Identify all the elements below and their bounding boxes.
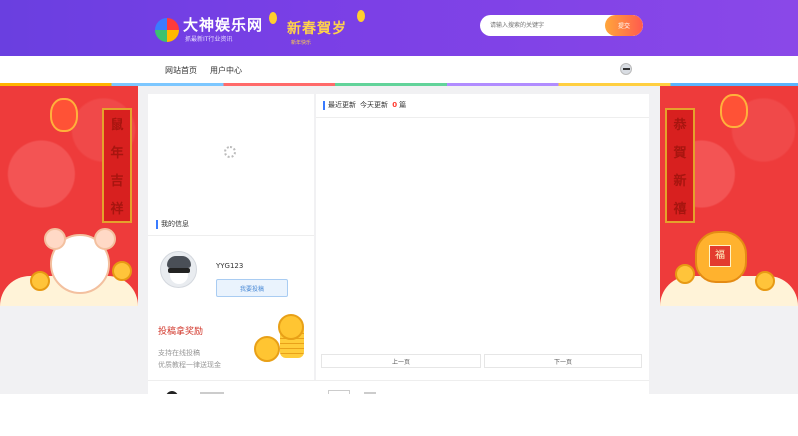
today-label: 今天更新 [360, 101, 388, 109]
user-avatar-icon[interactable] [620, 63, 632, 75]
logo-subtitle: 抓最新IT行业资讯 [185, 36, 233, 43]
avatar-glasses [168, 268, 190, 273]
mouse-mascot-icon [44, 228, 116, 294]
left-festive-decoration: 鼠 年 吉 祥 [0, 86, 138, 306]
recent-updates-header: 最近更新 今天更新 0篇 [316, 94, 649, 118]
reward-title[interactable]: 投稿拿奖励 [158, 324, 203, 337]
lantern-icon [720, 94, 748, 128]
profile-section-title: 我的信息 [156, 220, 189, 229]
banner-subtitle: 新年快乐 [291, 40, 312, 46]
coin-icon [675, 264, 695, 284]
recent-updates-title: 最近更新 今天更新 0篇 [323, 101, 406, 110]
banner-title: 新春賀岁 [287, 21, 347, 37]
next-section-partial [148, 380, 649, 403]
lantern-icon [50, 98, 78, 132]
couplet-char: 新 [673, 174, 687, 189]
loading-spinner-icon [224, 146, 236, 158]
page: 大神娱乐网 抓最新IT行业资讯 新春賀岁 新年快乐 提交 网站首页 用户中心 鼠… [0, 0, 798, 436]
couplet-char: 禧 [673, 202, 687, 217]
lantern-icon [357, 10, 365, 22]
today-count: 0 [392, 101, 398, 109]
mouse-ear [94, 228, 116, 250]
logo-title: 大神娱乐网 [183, 16, 264, 34]
page-bottom [0, 394, 798, 436]
coin-icon [30, 271, 50, 291]
search-input[interactable] [480, 15, 605, 36]
left-couplet: 鼠 年 吉 祥 [102, 108, 132, 223]
nav-item-home[interactable]: 网站首页 [165, 65, 197, 76]
mouse-ear [44, 228, 66, 250]
recent-updates-panel: 最近更新 今天更新 0篇 上一页 下一页 [316, 94, 649, 380]
logo-mark-icon [155, 18, 179, 42]
next-page-button[interactable]: 下一页 [484, 354, 642, 368]
submit-article-button[interactable]: 我要投稿 [216, 279, 288, 297]
lucky-bag-icon: 福 [695, 231, 747, 283]
recent-updates-label: 最近更新 [328, 101, 356, 109]
coin-icon [112, 261, 132, 281]
site-header: 大神娱乐网 抓最新IT行业资讯 新春賀岁 新年快乐 提交 [0, 0, 798, 56]
avatar-hair [167, 256, 191, 268]
coin-icon [755, 271, 775, 291]
reward-description: 支持在线投稿 [158, 349, 200, 357]
couplet-char: 賀 [673, 146, 687, 161]
nav-item-user-center[interactable]: 用户中心 [210, 65, 242, 76]
right-festive-decoration: 恭 賀 新 禧 福 [660, 86, 798, 306]
right-couplet: 恭 賀 新 禧 [665, 108, 695, 223]
lantern-icon [269, 12, 277, 24]
couplet-char: 年 [110, 146, 124, 161]
search-box: 提交 [480, 15, 643, 36]
sidebar-panel: 我的信息 YYG123 我要投稿 投稿拿奖励 支持在线投稿 优质教程一律送现金 [148, 94, 314, 380]
main-nav: 网站首页 用户中心 [0, 56, 798, 83]
coin-icon [278, 314, 304, 340]
search-submit-button[interactable]: 提交 [605, 15, 643, 36]
couplet-char: 祥 [110, 202, 124, 217]
reward-description: 优质教程一律送现金 [158, 361, 221, 369]
today-unit: 篇 [399, 101, 407, 109]
coins-illustration-icon [252, 314, 310, 366]
profile-section-header: 我的信息 [148, 214, 314, 236]
new-year-banner: 新春賀岁 新年快乐 [265, 6, 375, 50]
couplet-char: 鼠 [110, 118, 124, 133]
couplet-char: 恭 [673, 118, 687, 133]
profile-avatar[interactable] [160, 251, 197, 288]
site-logo[interactable]: 大神娱乐网 抓最新IT行业资讯 [155, 12, 262, 44]
coin-icon [254, 336, 280, 362]
couplet-char: 吉 [110, 174, 124, 189]
username: YYG123 [216, 262, 244, 270]
prev-page-button[interactable]: 上一页 [321, 354, 481, 368]
bag-label: 福 [709, 245, 731, 267]
